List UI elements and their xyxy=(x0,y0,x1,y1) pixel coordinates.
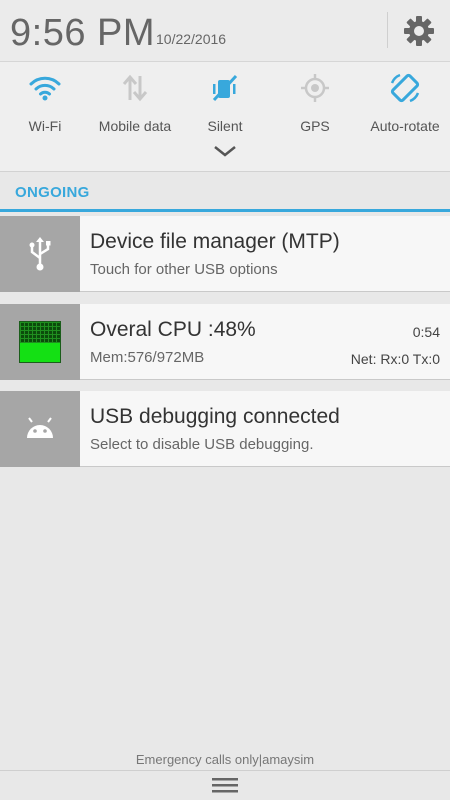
notification-mtp[interactable]: Device file manager (MTP) Touch for othe… xyxy=(0,216,450,292)
settings-button[interactable] xyxy=(400,12,438,50)
carrier-status: Emergency calls only|amaysim xyxy=(135,752,315,767)
notification-net-stats: Net: Rx:0 Tx:0 xyxy=(350,351,440,367)
expand-quick-settings-button[interactable] xyxy=(205,138,245,164)
chevron-down-icon xyxy=(214,146,236,157)
notification-header: 9:56 PM 10/22/2016 xyxy=(0,0,450,62)
auto-rotate-icon xyxy=(390,73,420,103)
notification-usb-debugging[interactable]: USB debugging connected Select to disabl… xyxy=(0,391,450,467)
toggle-silent-label: Silent xyxy=(207,118,243,134)
notification-title: Overal CPU :48% xyxy=(90,318,256,341)
clock-date[interactable]: 10/22/2016 xyxy=(156,31,226,47)
cpu-meter-fill xyxy=(20,342,60,362)
gear-icon xyxy=(404,16,434,46)
toggle-gps-label: GPS xyxy=(300,118,330,134)
toggle-wifi[interactable]: Wi-Fi xyxy=(0,70,90,140)
section-divider xyxy=(0,209,450,212)
toggle-auto-rotate-label: Auto-rotate xyxy=(370,118,440,134)
clock-time: 9:56 PM xyxy=(10,12,156,54)
gps-icon xyxy=(301,74,329,102)
notification-title: Device file manager (MTP) xyxy=(90,230,340,253)
quick-settings-panel: Wi-Fi Mobile data Silent GPS Auto-rotate xyxy=(0,62,450,172)
mobile-data-icon xyxy=(122,74,148,102)
toggle-mobile-data[interactable]: Mobile data xyxy=(90,70,180,140)
notification-subtitle: Mem:576/972MB xyxy=(90,349,205,366)
notification-subtitle: Select to disable USB debugging. xyxy=(90,436,314,453)
notification-title: USB debugging connected xyxy=(90,405,340,428)
toggle-gps[interactable]: GPS xyxy=(270,70,360,140)
notification-icon-container xyxy=(0,391,80,467)
footer-divider xyxy=(0,770,450,771)
notification-icon-container xyxy=(0,304,80,380)
toggle-auto-rotate[interactable]: Auto-rotate xyxy=(360,70,450,140)
notification-elapsed-time: 0:54 xyxy=(412,324,440,340)
notification-cpu[interactable]: Overal CPU :48% Mem:576/972MB 0:54 Net: … xyxy=(0,304,450,380)
notification-subtitle: Touch for other USB options xyxy=(90,261,278,278)
wifi-icon xyxy=(29,76,61,101)
header-divider xyxy=(387,12,388,48)
cpu-meter-icon xyxy=(19,321,61,363)
notification-icon-container xyxy=(0,216,80,292)
menu-handle-icon xyxy=(212,778,238,793)
toggle-wifi-label: Wi-Fi xyxy=(28,118,62,134)
android-icon xyxy=(27,417,53,438)
toggle-mobile-data-label: Mobile data xyxy=(98,118,172,134)
toggle-silent[interactable]: Silent xyxy=(180,70,270,140)
silent-icon xyxy=(212,74,238,102)
usb-icon xyxy=(29,237,51,271)
section-title-ongoing: ONGOING xyxy=(15,184,90,201)
drag-handle[interactable] xyxy=(210,775,240,795)
